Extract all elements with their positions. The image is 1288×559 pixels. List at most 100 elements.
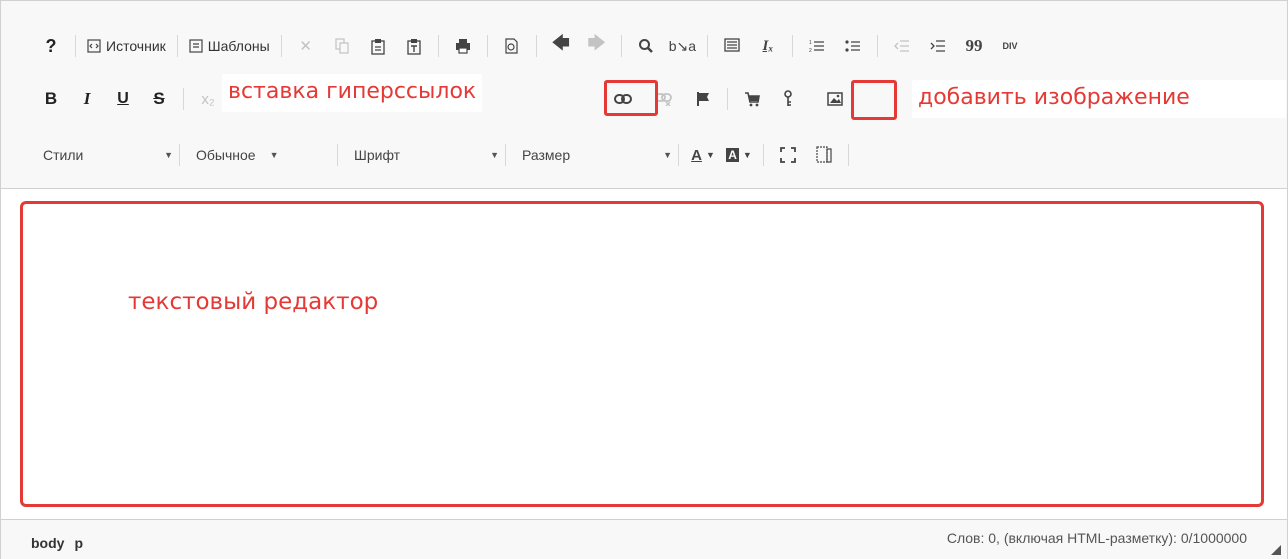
toolbar-separator — [877, 35, 879, 57]
image-button[interactable] — [818, 85, 852, 113]
bulleted-list-icon — [845, 39, 861, 53]
outdent-button[interactable] — [885, 32, 919, 60]
text-color-icon: A — [691, 146, 702, 164]
editor-content-area[interactable]: текстовый редактор — [20, 201, 1264, 507]
italic-label: I — [83, 89, 91, 108]
svg-text:2: 2 — [809, 48, 812, 53]
select-all-button[interactable] — [715, 32, 749, 60]
image-icon — [827, 92, 843, 106]
preview-button[interactable] — [495, 32, 529, 60]
bulleted-list-button[interactable] — [836, 32, 870, 60]
show-blocks-icon — [816, 146, 832, 164]
image-highlight-box — [851, 80, 897, 120]
cart-button[interactable] — [735, 85, 769, 113]
print-button[interactable] — [446, 32, 480, 60]
toolbar-row-3: Стили ▼ Обычное ▼ Шрифт ▼ Размер ▼ A ▼ A… — [33, 138, 855, 172]
paste-text-button[interactable] — [397, 32, 431, 60]
cart-icon — [744, 91, 760, 107]
path-item-body[interactable]: body — [31, 535, 64, 551]
underline-label: U — [117, 90, 129, 107]
toolbar-row-1: ? Источник Шаблоны ✕ 🡄 🡆 b↘a Iₓ 1 2 99 D… — [33, 29, 1028, 63]
chevron-down-icon: ▼ — [269, 150, 279, 160]
select-all-icon — [724, 38, 740, 54]
strike-button[interactable]: S — [142, 85, 176, 113]
toolbar-separator — [486, 35, 488, 57]
paste-icon — [371, 38, 385, 55]
paste-button[interactable] — [361, 32, 395, 60]
bold-button[interactable]: B — [34, 85, 68, 113]
chevron-down-icon: ▼ — [663, 150, 672, 160]
styles-combo[interactable]: Стили ▼ — [33, 141, 173, 169]
blockquote-button[interactable]: 99 — [957, 32, 991, 60]
source-icon — [87, 39, 101, 53]
font-combo-label: Шрифт — [354, 147, 401, 163]
chevron-down-icon: ▼ — [490, 150, 499, 160]
word-count: Слов: 0, (включая HTML-разметку): 0/1000… — [946, 530, 1247, 546]
chevron-down-icon: ▼ — [742, 150, 752, 160]
key-icon — [783, 90, 793, 108]
special-insert-button[interactable] — [771, 85, 805, 113]
maximize-icon — [780, 147, 796, 163]
show-blocks-button[interactable] — [807, 141, 841, 169]
toolbar-separator — [620, 35, 622, 57]
templates-icon — [189, 39, 203, 53]
toolbar-separator — [678, 144, 679, 166]
remove-format-button[interactable]: Iₓ — [751, 32, 785, 60]
source-label: Источник — [106, 38, 166, 54]
search-icon — [638, 38, 654, 54]
bold-label: B — [44, 89, 58, 108]
help-icon: ? — [45, 35, 57, 56]
toolbar-separator — [337, 144, 338, 166]
toolbar-separator — [707, 35, 709, 57]
font-combo[interactable]: Шрифт ▼ — [344, 141, 499, 169]
toolbar-separator — [848, 144, 849, 166]
toolbar-separator — [280, 35, 282, 57]
source-button[interactable]: Источник — [83, 32, 170, 60]
outdent-icon — [894, 39, 910, 53]
find-button[interactable] — [629, 32, 663, 60]
image-annotation: добавить изображение — [912, 80, 1286, 118]
size-combo[interactable]: Размер ▼ — [512, 141, 672, 169]
undo-button[interactable]: 🡄 — [544, 32, 578, 60]
maximize-button[interactable] — [771, 141, 805, 169]
text-color-button[interactable]: A ▼ — [686, 141, 720, 169]
indent-icon — [930, 39, 946, 53]
svg-text:1: 1 — [809, 40, 812, 46]
strike-label: S — [153, 89, 165, 108]
replace-button[interactable]: b↘a — [665, 32, 700, 60]
anchor-button[interactable] — [686, 85, 720, 113]
cut-button[interactable]: ✕ — [289, 32, 323, 60]
help-button[interactable]: ? — [34, 32, 68, 60]
preview-icon — [504, 38, 519, 54]
toolbar-separator — [505, 144, 506, 166]
div-container-button[interactable]: DIV — [993, 32, 1027, 60]
replace-icon: b↘a — [668, 37, 697, 54]
link-highlight-box — [604, 80, 658, 116]
underline-button[interactable]: U — [106, 85, 140, 113]
indent-button[interactable] — [921, 32, 955, 60]
resize-handle[interactable] — [1271, 545, 1281, 555]
size-combo-label: Размер — [522, 147, 571, 163]
copy-button[interactable] — [325, 32, 359, 60]
templates-button[interactable]: Шаблоны — [185, 32, 274, 60]
paste-text-icon — [407, 38, 421, 55]
toolbar-separator — [176, 35, 178, 57]
toolbar-separator — [437, 35, 439, 57]
flag-icon — [696, 91, 710, 107]
cut-icon: ✕ — [299, 38, 312, 55]
subscript-button[interactable]: x₂ — [191, 85, 225, 113]
bg-color-button[interactable]: A ▼ — [722, 141, 756, 169]
toolbar-separator — [183, 88, 184, 110]
hyperlink-annotation: вставка гиперссылок — [222, 74, 483, 112]
toolbar-separator — [535, 35, 537, 57]
redo-icon: 🡆 — [587, 33, 606, 53]
element-path: body p — [31, 535, 83, 551]
print-icon — [455, 38, 471, 54]
redo-button[interactable]: 🡆 — [580, 32, 614, 60]
path-item-p[interactable]: p — [74, 535, 83, 551]
undo-icon: 🡄 — [551, 33, 570, 53]
italic-button[interactable]: I — [70, 85, 104, 113]
numbered-list-button[interactable]: 12 — [800, 32, 834, 60]
format-combo[interactable]: Обычное ▼ — [186, 141, 331, 169]
format-combo-label: Обычное — [196, 147, 256, 163]
